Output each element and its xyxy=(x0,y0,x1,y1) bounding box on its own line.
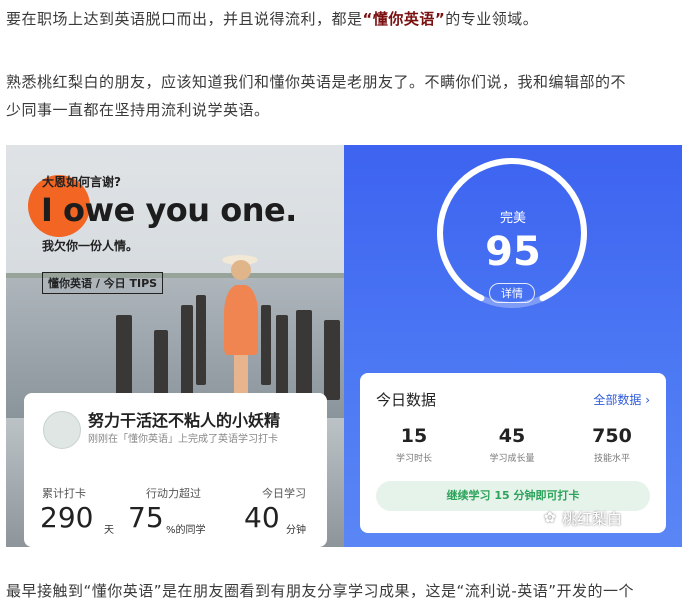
checkin-message: 刚刚在「懂你英语」上完成了英语学习打卡 xyxy=(88,434,278,445)
paragraph-2-line-2: 少同事一直都在坚持用流利说学英语。 xyxy=(6,101,270,119)
stat-label-today: 今日学习 xyxy=(262,487,306,500)
stat-label-days: 累计打卡 xyxy=(42,487,86,500)
tip-question: 大恩如何言谢? xyxy=(42,175,121,189)
pier-post xyxy=(261,305,271,385)
pier-post xyxy=(296,310,312,400)
user-nickname: 努力干活还不粘人的小妖精 xyxy=(88,411,281,430)
intro-text-post: 的专业领域。 xyxy=(445,10,539,28)
pier-post xyxy=(154,330,168,400)
watermark: 桃红梨白 xyxy=(562,510,623,528)
metric-value-growth: 45 xyxy=(498,425,526,447)
pier-post xyxy=(116,315,132,395)
app-score-screen: 完美 95 详情 今日数据 全部数据 › 15 学习时长 45 学习成长量 75… xyxy=(344,145,682,547)
pier-post xyxy=(181,305,193,395)
stat-value-today: 40 xyxy=(244,501,280,534)
pier-post xyxy=(196,295,206,385)
avatar xyxy=(43,411,81,449)
pier-post xyxy=(276,315,288,395)
metric-label-time: 学习时长 xyxy=(395,454,432,464)
tip-translation: 我欠你一份人情。 xyxy=(42,239,139,253)
score-value: 95 xyxy=(485,229,541,275)
paragraph-2-line-1: 熟悉桃红梨白的朋友，应该知道我们和懂你英语是老朋友了。不瞒你们说，我和编辑部的不 xyxy=(6,73,627,91)
tips-badge: 懂你英语 / 今日 TIPS xyxy=(42,272,164,294)
wechat-icon: ✿ xyxy=(544,510,556,526)
pier-post xyxy=(324,320,340,400)
intro-paragraph: 要在职场上达到英语脱口而出，并且说得流利，都是“懂你英语”的专业领域。 xyxy=(6,8,538,29)
stat-value-days: 290 xyxy=(40,501,94,534)
stat-unit-rank: %的同学 xyxy=(166,525,206,536)
all-data-link[interactable]: 全部数据 › xyxy=(593,391,650,408)
checkin-card: 努力干活还不粘人的小妖精 刚刚在「懂你英语」上完成了英语学习打卡 累计打卡 29… xyxy=(24,393,327,547)
stat-value-rank: 75 xyxy=(128,501,164,534)
tip-phrase: I owe you one. xyxy=(41,191,297,229)
woman-head xyxy=(231,260,251,280)
stat-unit-days: 天 xyxy=(104,525,114,536)
share-card-image: 大恩如何言谢? I owe you one. 我欠你一份人情。 懂你英语 / 今… xyxy=(6,145,344,547)
metric-value-time: 15 xyxy=(400,425,428,447)
continue-learning-button[interactable]: 继续学习 15 分钟即可打卡 xyxy=(376,481,650,511)
product-name-highlight: “懂你英语” xyxy=(362,10,446,28)
metric-label-growth: 学习成长量 xyxy=(489,454,535,464)
details-button[interactable]: 详情 xyxy=(489,283,535,303)
intro-text-pre: 要在职场上达到英语脱口而出，并且说得流利，都是 xyxy=(6,10,363,28)
score-label: 完美 xyxy=(499,211,526,226)
today-data-title: 今日数据 xyxy=(376,391,437,409)
metric-label-skill: 技能水平 xyxy=(593,454,630,464)
stat-label-rank: 行动力超过 xyxy=(146,487,201,500)
woman-legs xyxy=(234,355,248,395)
woman-dress xyxy=(224,285,258,355)
metric-value-skill: 750 xyxy=(592,425,632,447)
paragraph-3: 最早接触到“懂你英语”是在朋友圈看到有朋友分享学习成果，这是“流利说-英语”开发… xyxy=(6,582,635,600)
stat-unit-today: 分钟 xyxy=(286,525,306,536)
